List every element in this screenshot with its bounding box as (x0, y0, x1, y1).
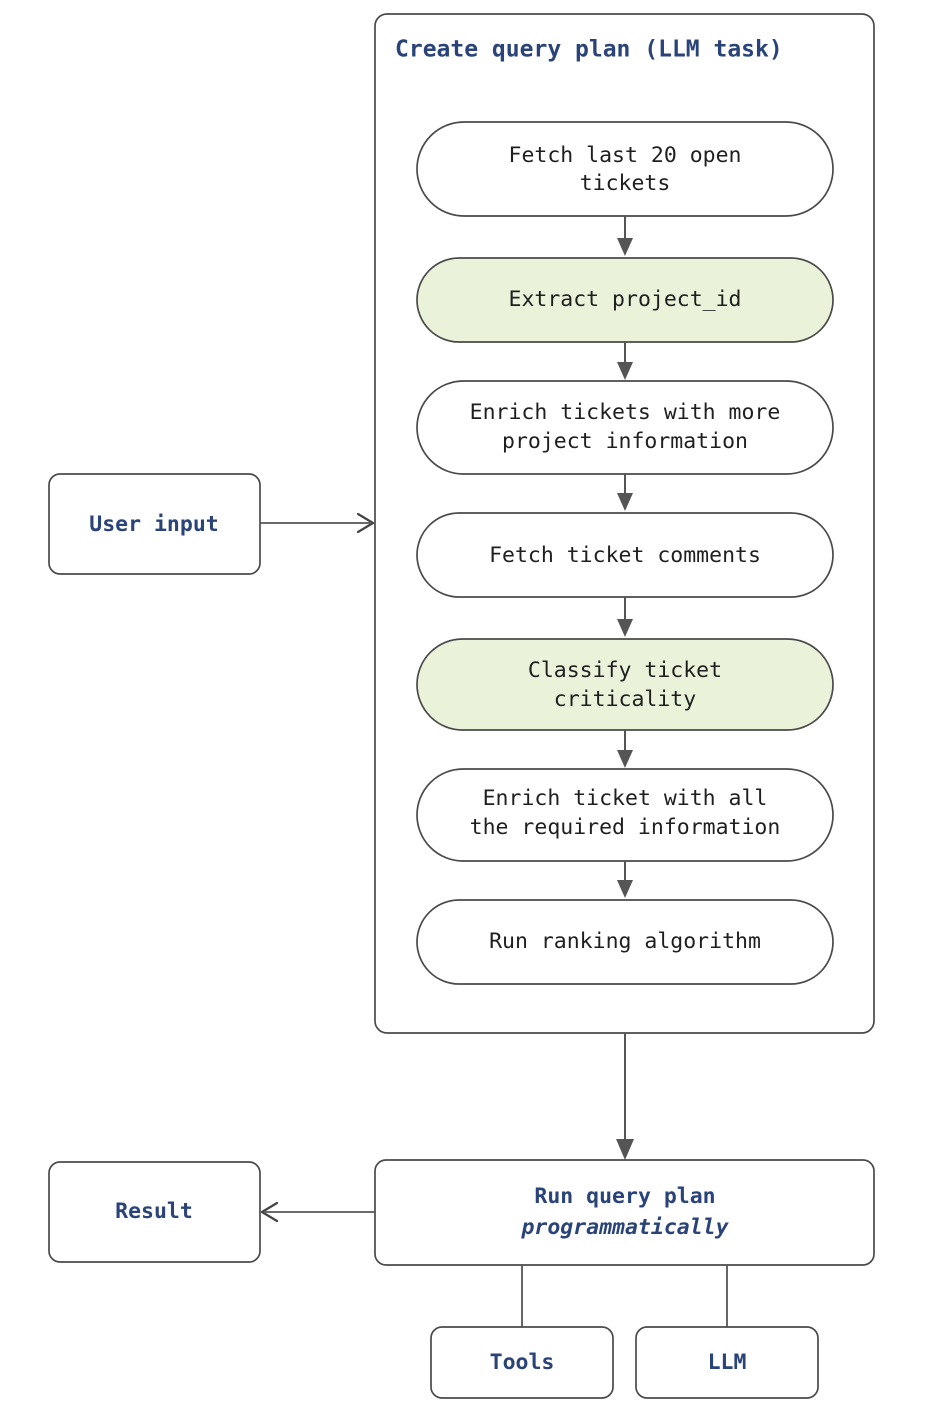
arrowhead-subgraph-to-run-query-plan (616, 1139, 634, 1160)
node-step-3-label-line1: Enrich tickets with more (470, 400, 781, 425)
node-step-7-label-line1: Run ranking algorithm (489, 929, 761, 954)
node-step-3-label-line2: project information (502, 429, 748, 454)
node-step-1-label-line2: tickets (580, 171, 671, 196)
node-step-5[interactable] (416, 638, 834, 731)
node-tools-label: Tools (490, 1350, 555, 1375)
node-run-query-plan-label-line1: Run query plan (534, 1184, 715, 1209)
node-step-6-label-line1: Enrich ticket with all (483, 786, 768, 811)
node-step-2-label-line1: Extract project_id (509, 287, 742, 312)
node-step-5-label-line2: criticality (554, 687, 696, 712)
node-step-3[interactable] (416, 380, 834, 475)
node-step-4-label-line1: Fetch ticket comments (489, 543, 761, 568)
node-user-input-label: User input (89, 512, 218, 537)
flowchart-diagram: Create query plan (LLM task) Fetch last … (0, 0, 934, 1428)
node-llm-label: LLM (708, 1350, 747, 1375)
node-run-query-plan[interactable] (374, 1159, 875, 1266)
node-step-5-label-line1: Classify ticket (528, 658, 722, 683)
node-result-label: Result (115, 1199, 193, 1224)
node-step-1[interactable] (416, 121, 834, 217)
node-step-1-label-line1: Fetch last 20 open (509, 143, 742, 168)
subgraph-title: Create query plan (LLM task) (395, 37, 783, 63)
node-step-6-label-line2: the required information (470, 815, 781, 840)
flowchart-canvas: Create query plan (LLM task) Fetch last … (48, 13, 875, 1399)
node-run-query-plan-label-line2: programmatically (520, 1215, 729, 1240)
